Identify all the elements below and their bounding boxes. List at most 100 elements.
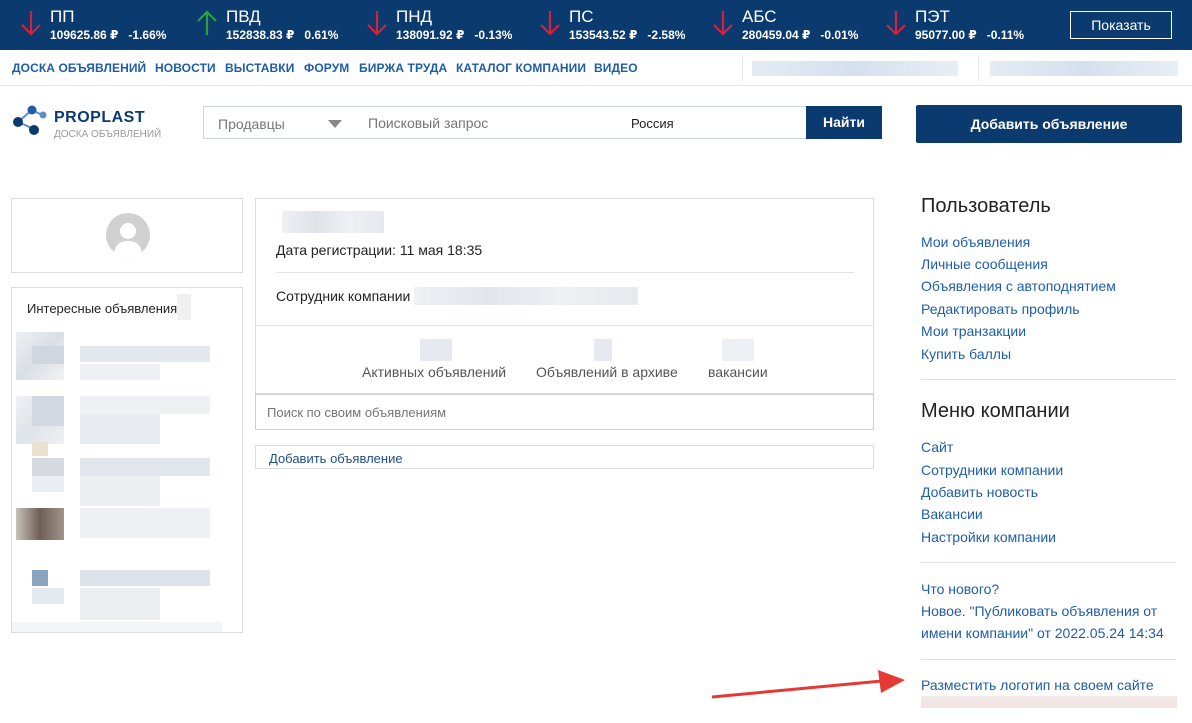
link-company-settings[interactable]: Настройки компании bbox=[921, 529, 1056, 545]
proplast-logo-icon[interactable] bbox=[12, 103, 48, 137]
blurred-content bbox=[921, 696, 1177, 708]
blurred-count bbox=[594, 339, 612, 361]
divider bbox=[276, 272, 854, 273]
blurred-content bbox=[80, 364, 160, 380]
link-auto-bump-ads[interactable]: Объявления с автоподнятием bbox=[921, 278, 1116, 294]
blurred-company-name bbox=[414, 287, 638, 305]
link-messages[interactable]: Личные сообщения bbox=[921, 256, 1048, 272]
link-transactions[interactable]: Мои транзакции bbox=[921, 323, 1026, 339]
nav-item-exhibitions[interactable]: ВЫСТАВКИ bbox=[225, 61, 294, 75]
own-ads-search-input[interactable] bbox=[255, 394, 874, 430]
ticker-price: 153543.52 ₽ bbox=[569, 28, 638, 42]
blurred-content bbox=[32, 588, 64, 604]
nav-item-board[interactable]: ДОСКА ОБЪЯВЛЕНИЙ bbox=[12, 61, 146, 75]
link-buy-points[interactable]: Купить баллы bbox=[921, 346, 1011, 362]
nav-item-catalog[interactable]: КАТАЛОГ КОМПАНИИ bbox=[456, 61, 586, 75]
link-place-logo[interactable]: Разместить логотип на своем сайте bbox=[921, 677, 1154, 693]
nav-item-jobs[interactable]: БИРЖА ТРУДА bbox=[359, 61, 447, 75]
stat-archived-ads[interactable]: Объявлений в архиве bbox=[536, 364, 678, 380]
nav-divider bbox=[978, 55, 979, 81]
ticker-name: ПНД bbox=[396, 7, 433, 26]
arrow-down-icon bbox=[367, 11, 387, 36]
blurred-content bbox=[80, 570, 210, 586]
category-select[interactable]: Продавцы bbox=[203, 106, 353, 139]
link-company-employees[interactable]: Сотрудники компании bbox=[921, 462, 1063, 478]
nav-divider bbox=[742, 55, 743, 81]
news-item-line2[interactable]: имени компании" от 2022.05.24 14:34 bbox=[921, 625, 1164, 641]
user-silhouette-icon bbox=[114, 223, 142, 257]
link-whats-new[interactable]: Что нового? bbox=[921, 581, 999, 597]
profile-panel: Дата регистрации: 11 мая 18:35 Сотрудник… bbox=[255, 198, 874, 394]
user-menu-heading: Пользователь bbox=[921, 195, 1051, 217]
blurred-content bbox=[80, 396, 210, 414]
news-item-line1[interactable]: Новое. "Публиковать объявления от bbox=[921, 603, 1157, 619]
ticker-change: -0.13% bbox=[474, 28, 513, 42]
blurred-content bbox=[80, 588, 160, 620]
blurred-content bbox=[32, 458, 64, 476]
blurred-content bbox=[12, 622, 222, 632]
show-button[interactable]: Показать bbox=[1070, 11, 1172, 39]
logo-title[interactable]: PROPLAST bbox=[54, 109, 145, 127]
region-field[interactable]: Россия bbox=[625, 106, 807, 139]
ad-thumbnail[interactable] bbox=[16, 508, 64, 540]
blurred-content bbox=[80, 458, 210, 476]
registration-date: Дата регистрации: 11 мая 18:35 bbox=[276, 242, 483, 258]
avatar-panel bbox=[11, 198, 243, 273]
nav-item-forum[interactable]: ФОРУМ bbox=[304, 61, 349, 75]
logo-subtitle: ДОСКА ОБЪЯВЛЕНИЙ bbox=[54, 129, 162, 140]
ticker-name: ПС bbox=[569, 7, 594, 26]
employee-label: Сотрудник компании bbox=[276, 288, 411, 304]
blurred-content bbox=[80, 508, 210, 538]
ticker-price: 138091.92 ₽ bbox=[396, 28, 465, 42]
add-ad-link-box: Добавить объявление bbox=[255, 445, 874, 469]
add-ad-button[interactable]: Добавить объявление bbox=[916, 105, 1182, 143]
chevron-down-icon bbox=[328, 120, 342, 128]
category-select-value: Продавцы bbox=[218, 116, 285, 132]
ticker-change: -0.11% bbox=[986, 28, 1025, 42]
link-vacancies[interactable]: Вакансии bbox=[921, 506, 983, 522]
find-button[interactable]: Найти bbox=[806, 106, 882, 139]
ticker-change: -1.66% bbox=[128, 28, 167, 42]
blurred-content bbox=[80, 346, 210, 362]
blurred-content bbox=[32, 476, 64, 492]
ticker-change: 0.61% bbox=[304, 28, 339, 42]
stat-active-ads[interactable]: Активных объявлений bbox=[362, 364, 506, 380]
avatar[interactable] bbox=[106, 213, 150, 257]
blurred-content bbox=[177, 294, 191, 320]
nav-item-video[interactable]: ВИДЕО bbox=[594, 61, 638, 75]
link-site[interactable]: Сайт bbox=[921, 439, 953, 455]
blurred-user-info bbox=[990, 61, 1178, 76]
add-ad-link[interactable]: Добавить объявление bbox=[269, 451, 403, 466]
ticker-name: ПВД bbox=[226, 7, 261, 26]
search-input[interactable] bbox=[352, 106, 626, 139]
blurred-username bbox=[282, 211, 384, 233]
ticker-name: ПЭТ bbox=[915, 7, 950, 26]
blurred-content bbox=[32, 396, 64, 426]
company-menu-heading: Меню компании bbox=[921, 400, 1070, 422]
nav-item-news[interactable]: НОВОСТИ bbox=[155, 61, 216, 75]
blurred-content bbox=[32, 346, 64, 364]
ticker-name: ПП bbox=[50, 7, 75, 26]
arrow-down-icon bbox=[540, 11, 560, 36]
arrow-up-icon bbox=[197, 10, 217, 35]
link-my-ads[interactable]: Мои объявления bbox=[921, 234, 1030, 250]
stat-vacancies[interactable]: вакансии bbox=[708, 364, 768, 380]
divider bbox=[921, 659, 1176, 660]
divider bbox=[256, 325, 873, 326]
blurred-content bbox=[80, 476, 160, 506]
blurred-content bbox=[32, 570, 48, 586]
link-edit-profile[interactable]: Редактировать профиль bbox=[921, 301, 1080, 317]
interesting-ads-panel: Интересные объявления bbox=[11, 287, 243, 633]
interesting-ads-title: Интересные объявления bbox=[27, 301, 178, 316]
ticker-name: АБС bbox=[742, 7, 777, 26]
arrow-down-icon bbox=[886, 11, 906, 36]
blurred-content bbox=[80, 414, 160, 444]
ticker-price: 152838.83 ₽ bbox=[226, 28, 295, 42]
ticker-price: 109625.86 ₽ bbox=[50, 28, 119, 42]
region-value: Россия bbox=[631, 116, 674, 131]
ticker-change: -2.58% bbox=[647, 28, 686, 42]
divider bbox=[921, 379, 1176, 380]
arrow-down-icon bbox=[713, 11, 733, 36]
blurred-user-info bbox=[752, 61, 958, 76]
link-add-news[interactable]: Добавить новость bbox=[921, 484, 1038, 500]
